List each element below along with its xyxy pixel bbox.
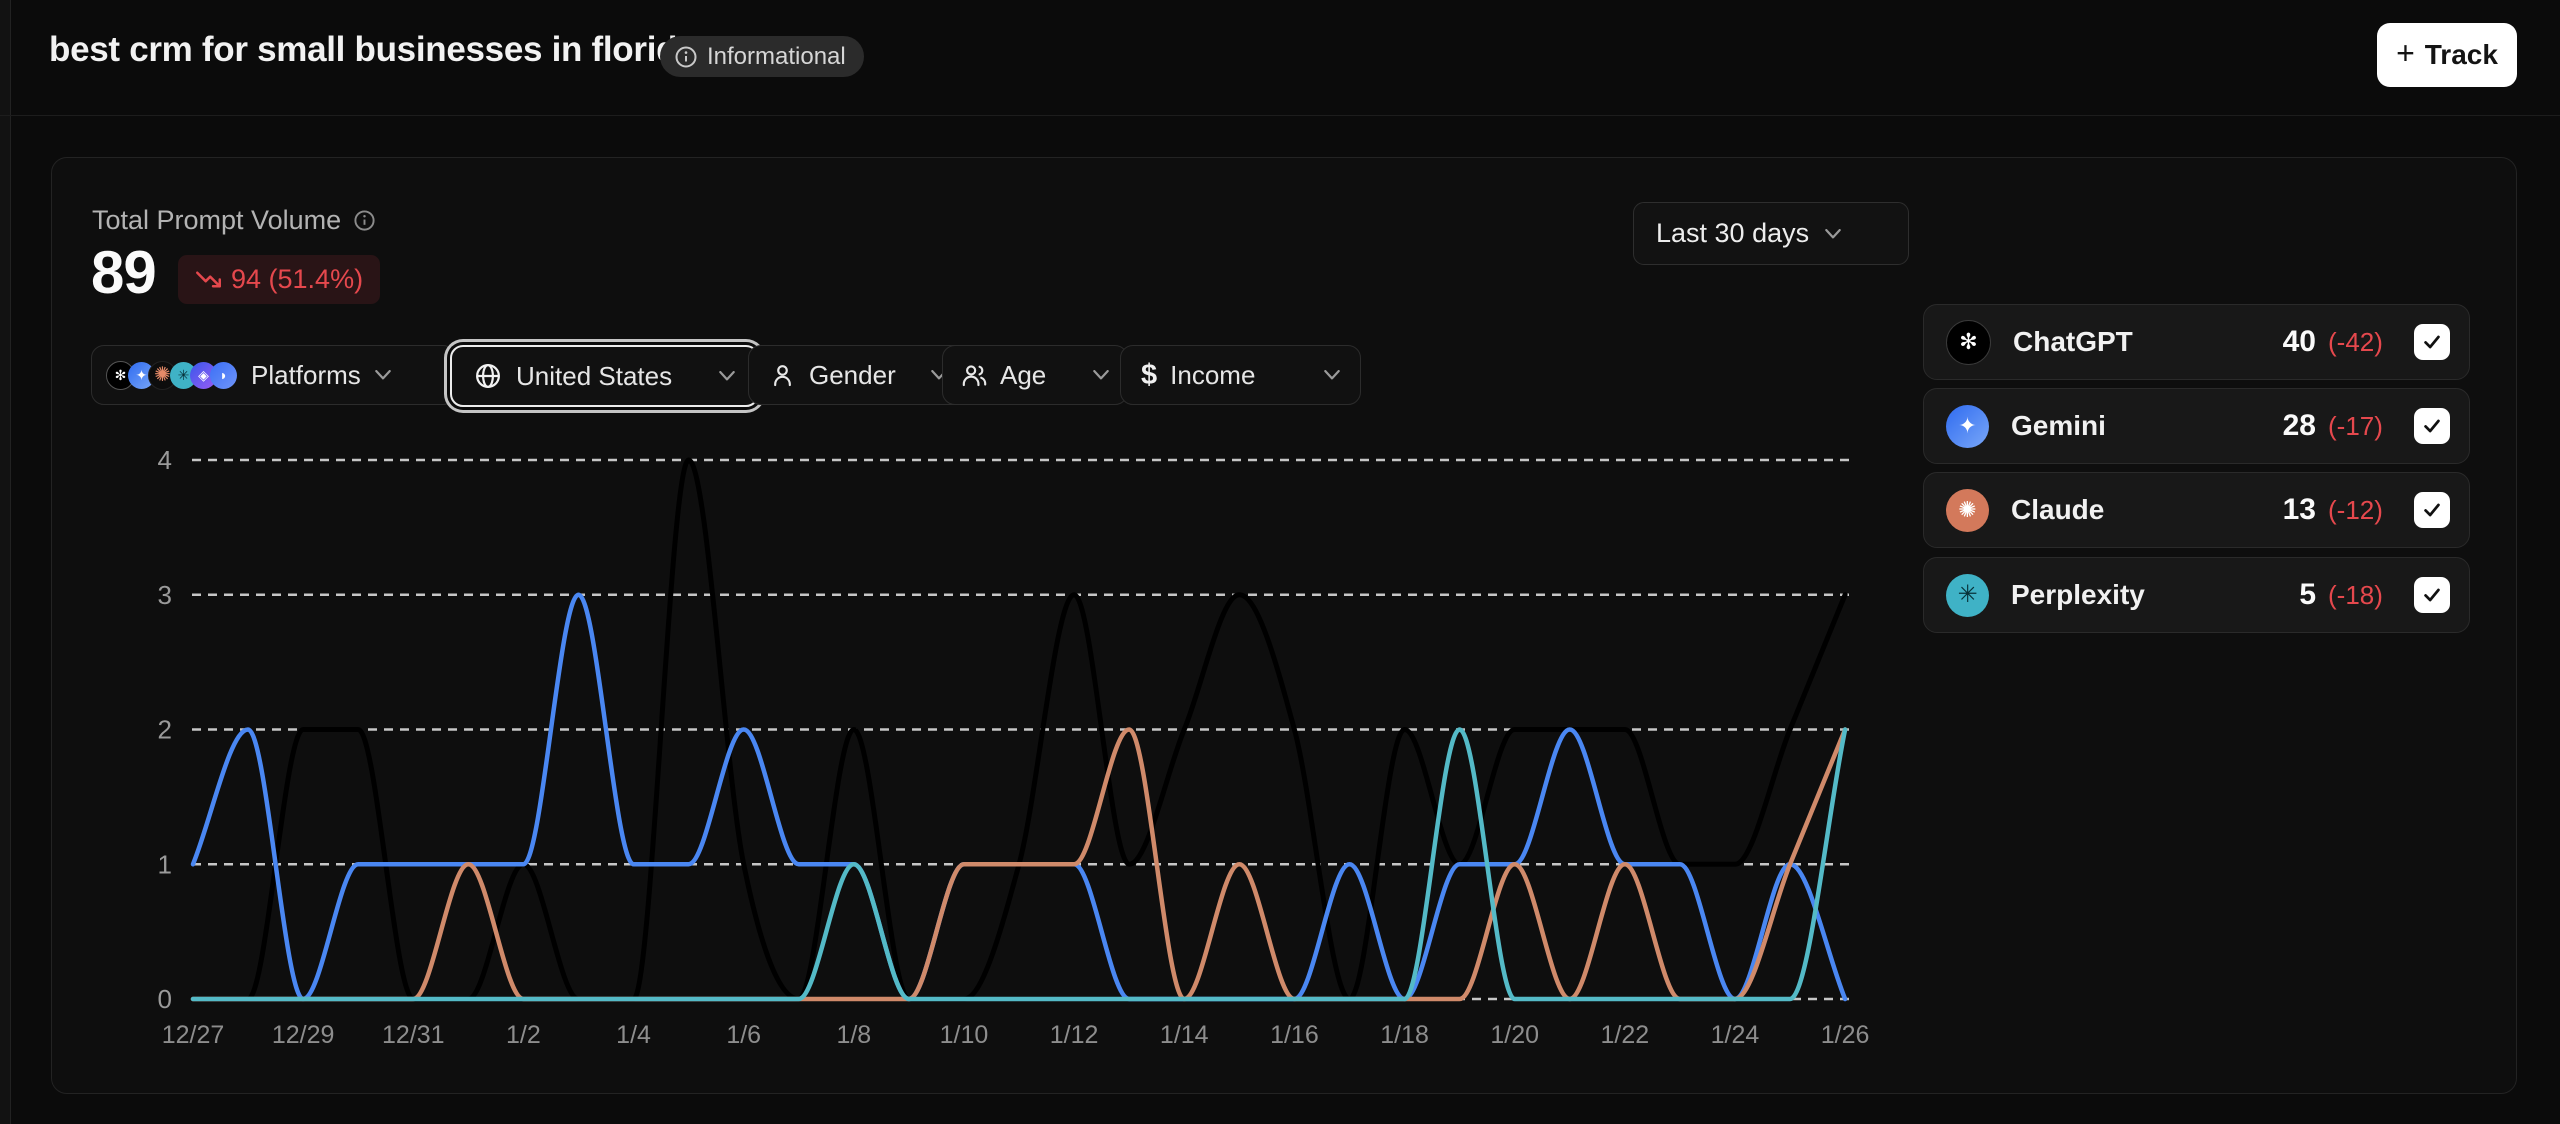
metric-value: 89 — [91, 238, 156, 307]
volume-chart: 0 1 2 3 4 12/27 12/29 12/31 1/2 1/4 1/6 1/8 1/10 1/12… — [140, 430, 1920, 1080]
legend-checkbox[interactable] — [2414, 492, 2450, 528]
sidebar-divider — [10, 0, 11, 1124]
line-chart-svg: 0 1 2 3 4 12/27 12/29 12/31 1/2 1/4 1/6 1/8 1/10 1/12… — [140, 430, 1920, 1080]
person-icon — [769, 362, 796, 389]
date-range-value: Last 30 days — [1656, 218, 1809, 249]
geo-filter-label: United States — [516, 361, 672, 392]
legend-row-gemini[interactable]: ✦ Gemini 28 (-17) — [1923, 388, 2470, 464]
legend-name: Claude — [2011, 494, 2104, 526]
gender-filter-label: Gender — [809, 360, 896, 391]
legend-value: 40 — [2283, 325, 2316, 359]
legend-value: 13 — [2283, 493, 2316, 527]
svg-text:0: 0 — [158, 984, 172, 1014]
legend-delta: (-17) — [2328, 411, 2414, 442]
svg-text:1/20: 1/20 — [1490, 1021, 1539, 1049]
track-button-label: Track — [2425, 39, 2498, 71]
legend-name: Perplexity — [2011, 579, 2145, 611]
svg-text:1/14: 1/14 — [1160, 1021, 1209, 1049]
chevron-down-icon — [1324, 370, 1340, 380]
perplexity-icon: ✳ — [1946, 574, 1989, 617]
check-icon — [2421, 415, 2443, 437]
income-filter-label: Income — [1170, 360, 1255, 391]
legend-checkbox[interactable] — [2414, 577, 2450, 613]
info-icon[interactable] — [353, 209, 376, 232]
svg-text:1/4: 1/4 — [616, 1021, 651, 1049]
legend-value: 28 — [2283, 409, 2316, 443]
legend-row-perplexity[interactable]: ✳ Perplexity 5 (-18) — [1923, 557, 2470, 633]
legend-row-chatgpt[interactable]: ✻ ChatGPT 40 (-42) — [1923, 304, 2470, 380]
svg-text:1/22: 1/22 — [1600, 1021, 1649, 1049]
deepseek-icon: ◗ — [210, 362, 237, 389]
trending-down-icon — [195, 266, 222, 293]
svg-text:1/8: 1/8 — [836, 1021, 871, 1049]
metric-label-row: Total Prompt Volume — [92, 205, 376, 236]
legend-name: ChatGPT — [2013, 326, 2133, 358]
svg-text:1/12: 1/12 — [1050, 1021, 1099, 1049]
sidebar-edge — [0, 0, 10, 1124]
date-range-select[interactable]: Last 30 days — [1633, 202, 1909, 265]
legend-delta: (-42) — [2328, 327, 2414, 358]
svg-text:1/24: 1/24 — [1711, 1021, 1760, 1049]
legend-name: Gemini — [2011, 410, 2106, 442]
svg-text:12/31: 12/31 — [382, 1021, 445, 1049]
gender-filter[interactable]: Gender — [748, 345, 968, 405]
dashboard: best crm for small businesses in florida… — [0, 0, 2560, 1124]
intent-badge: Informational — [660, 36, 864, 77]
svg-text:3: 3 — [158, 580, 172, 610]
globe-icon — [474, 362, 502, 390]
legend-checkbox[interactable] — [2414, 324, 2450, 360]
svg-text:1: 1 — [158, 849, 172, 879]
platforms-filter[interactable]: ✻ ✦ ✺ ✳ ◈ ◗ Platforms — [91, 345, 456, 405]
dollar-icon: $ — [1141, 359, 1157, 392]
openai-icon: ✻ — [1946, 320, 1991, 365]
legend-delta: (-18) — [2328, 580, 2414, 611]
metric-delta-text: 94 (51.4%) — [231, 264, 363, 295]
svg-text:1/18: 1/18 — [1380, 1021, 1429, 1049]
legend-checkbox[interactable] — [2414, 408, 2450, 444]
platforms-filter-label: Platforms — [251, 360, 361, 391]
svg-text:1/2: 1/2 — [506, 1021, 541, 1049]
metric-label: Total Prompt Volume — [92, 205, 341, 236]
legend-row-claude[interactable]: ✺ Claude 13 (-12) — [1923, 472, 2470, 548]
svg-text:1/16: 1/16 — [1270, 1021, 1319, 1049]
legend-value: 5 — [2299, 578, 2316, 612]
page-title: best crm for small businesses in florida — [49, 30, 696, 70]
svg-text:1/10: 1/10 — [940, 1021, 989, 1049]
geo-filter[interactable]: United States — [450, 345, 759, 407]
check-icon — [2421, 331, 2443, 353]
chevron-down-icon — [375, 370, 391, 380]
intent-badge-label: Informational — [707, 43, 846, 71]
age-filter[interactable]: Age — [942, 345, 1128, 405]
svg-text:12/27: 12/27 — [162, 1021, 225, 1049]
svg-text:12/29: 12/29 — [272, 1021, 335, 1049]
chevron-down-icon — [1093, 370, 1109, 380]
age-filter-label: Age — [1000, 360, 1046, 391]
legend-delta: (-12) — [2328, 495, 2414, 526]
svg-text:1/26: 1/26 — [1821, 1021, 1870, 1049]
check-icon — [2421, 584, 2443, 606]
svg-text:1/6: 1/6 — [726, 1021, 761, 1049]
header-divider — [0, 115, 2560, 116]
income-filter[interactable]: $ Income — [1120, 345, 1361, 405]
info-icon — [674, 45, 698, 69]
chevron-down-icon — [719, 371, 735, 381]
chevron-down-icon — [1825, 229, 1841, 239]
check-icon — [2421, 499, 2443, 521]
track-button[interactable]: + Track — [2377, 23, 2517, 87]
metric-delta-badge: 94 (51.4%) — [178, 255, 380, 304]
people-icon — [961, 362, 988, 389]
gemini-icon: ✦ — [1946, 405, 1989, 448]
plus-icon: + — [2396, 35, 2415, 72]
svg-text:2: 2 — [158, 715, 172, 745]
claude-icon: ✺ — [1946, 489, 1989, 532]
svg-text:4: 4 — [158, 445, 172, 475]
